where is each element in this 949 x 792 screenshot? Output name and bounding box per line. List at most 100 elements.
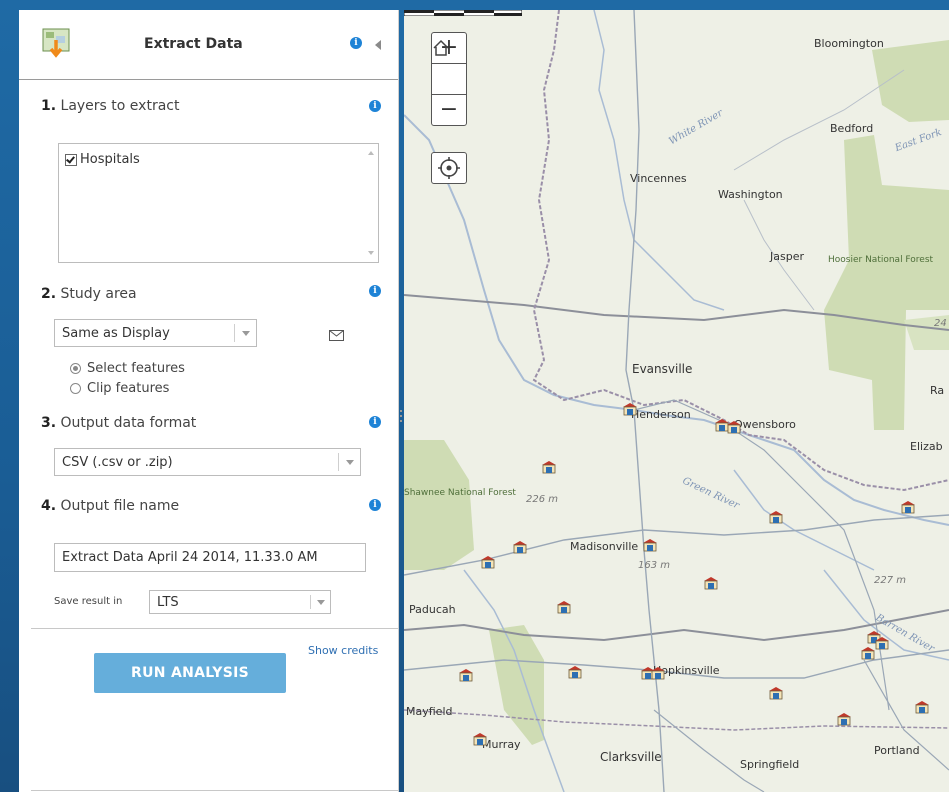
layer-checkbox-row[interactable]: Hospitals bbox=[65, 152, 140, 167]
hospital-icon[interactable] bbox=[567, 665, 583, 679]
step-label: Output data format bbox=[60, 415, 197, 431]
place-label: Owensboro bbox=[734, 418, 796, 431]
place-label: Washington bbox=[718, 188, 783, 201]
panel-resize-handle[interactable] bbox=[400, 410, 402, 428]
zoom-out-button[interactable]: − bbox=[432, 95, 466, 125]
hospital-icon[interactable] bbox=[874, 636, 890, 650]
radio-select-features[interactable]: Select features bbox=[70, 361, 185, 376]
home-button[interactable] bbox=[432, 39, 466, 95]
place-label: Clarksville bbox=[600, 750, 662, 764]
zoom-control: + − bbox=[431, 32, 467, 126]
step-number: 4. bbox=[41, 498, 57, 514]
step-output-file-name: 4. Output file name bbox=[41, 498, 179, 514]
output-file-name-input[interactable]: Extract Data April 24 2014, 11.33.0 AM bbox=[54, 543, 366, 572]
save-result-label: Save result in bbox=[54, 596, 123, 607]
elevation-label: 24 bbox=[934, 318, 947, 329]
forest-label: Hoosier National Forest bbox=[828, 255, 933, 265]
radio-unselected-icon[interactable] bbox=[70, 383, 81, 394]
info-icon[interactable]: i bbox=[369, 499, 381, 511]
checkbox-checked-icon[interactable] bbox=[65, 153, 77, 166]
file-name-value: Extract Data April 24 2014, 11.33.0 AM bbox=[62, 550, 318, 565]
locate-button[interactable] bbox=[431, 152, 467, 184]
hospital-icon[interactable] bbox=[768, 510, 784, 524]
panel-title: Extract Data bbox=[144, 36, 243, 52]
select-divider bbox=[310, 595, 311, 609]
extract-data-tool-icon bbox=[42, 28, 70, 58]
save-folder-select[interactable]: LTS bbox=[149, 590, 331, 614]
step-study-area: 2. Study area bbox=[41, 286, 137, 302]
collapse-panel-icon[interactable] bbox=[375, 40, 381, 50]
output-format-value: CSV (.csv or .zip) bbox=[62, 455, 173, 470]
scroll-up-icon[interactable] bbox=[368, 151, 374, 155]
show-credits-link[interactable]: Show credits bbox=[308, 644, 378, 657]
place-label: Bedford bbox=[830, 122, 874, 135]
hospital-icon[interactable] bbox=[622, 402, 638, 416]
run-analysis-button[interactable]: RUN ANALYSIS bbox=[94, 653, 286, 693]
save-folder-value: LTS bbox=[157, 595, 179, 610]
info-icon[interactable]: i bbox=[369, 416, 381, 428]
place-label: Elizab bbox=[910, 440, 943, 453]
place-label: Mayfield bbox=[406, 705, 453, 718]
hospital-icon[interactable] bbox=[914, 700, 930, 714]
info-icon[interactable]: i bbox=[369, 285, 381, 297]
hospital-icon[interactable] bbox=[768, 686, 784, 700]
draw-area-icon[interactable] bbox=[329, 330, 344, 341]
step-number: 1. bbox=[41, 98, 57, 114]
select-divider bbox=[234, 324, 235, 342]
step-number: 2. bbox=[41, 286, 57, 302]
hospital-icon[interactable] bbox=[860, 646, 876, 660]
hospital-icon[interactable] bbox=[836, 712, 852, 726]
scroll-down-icon[interactable] bbox=[368, 251, 374, 255]
extract-data-panel: Extract Data i 1. Layers to extract i Ho… bbox=[19, 10, 399, 792]
hospital-icon[interactable] bbox=[458, 668, 474, 682]
radio-label: Clip features bbox=[87, 381, 170, 396]
layer-label: Hospitals bbox=[80, 152, 140, 167]
elevation-label: 163 m bbox=[638, 560, 671, 571]
map-view[interactable]: Bloomington Bedford Vincennes Washington… bbox=[404, 10, 949, 792]
place-label: Madisonville bbox=[570, 540, 639, 553]
hospital-icon[interactable] bbox=[512, 540, 528, 554]
hospital-icon[interactable] bbox=[703, 576, 719, 590]
place-label: Paducah bbox=[409, 603, 456, 616]
place-label: Bloomington bbox=[814, 37, 884, 50]
info-icon[interactable]: i bbox=[369, 100, 381, 112]
step-label: Study area bbox=[60, 286, 137, 302]
panel-header: Extract Data i bbox=[19, 10, 398, 80]
radio-clip-features[interactable]: Clip features bbox=[70, 381, 169, 396]
chevron-down-icon bbox=[346, 460, 354, 465]
hospital-icon[interactable] bbox=[556, 600, 572, 614]
step-label: Output file name bbox=[60, 498, 180, 514]
elevation-label: 227 m bbox=[874, 575, 907, 586]
place-label: Ra bbox=[930, 384, 945, 397]
step-layers-to-extract: 1. Layers to extract bbox=[41, 98, 179, 114]
radio-label: Select features bbox=[87, 361, 185, 376]
elevation-label: 226 m bbox=[526, 494, 559, 505]
hospital-icon[interactable] bbox=[650, 666, 666, 680]
step-output-format: 3. Output data format bbox=[41, 415, 196, 431]
place-label: Jasper bbox=[770, 250, 804, 263]
locate-icon bbox=[438, 157, 460, 179]
place-label: Portland bbox=[874, 744, 920, 757]
forest-label: Shawnee National Forest bbox=[404, 488, 516, 498]
hospital-icon[interactable] bbox=[900, 500, 916, 514]
chevron-down-icon bbox=[317, 600, 325, 605]
layers-list[interactable]: Hospitals bbox=[58, 143, 379, 263]
place-label: Vincennes bbox=[630, 172, 687, 185]
hospital-icon[interactable] bbox=[472, 732, 488, 746]
hospital-icon[interactable] bbox=[541, 460, 557, 474]
study-area-select[interactable]: Same as Display bbox=[54, 319, 257, 347]
home-icon bbox=[433, 39, 449, 56]
hospital-icon[interactable] bbox=[642, 538, 658, 552]
hospital-icon[interactable] bbox=[726, 420, 742, 434]
divider bbox=[31, 790, 398, 791]
scale-bar bbox=[404, 10, 522, 16]
study-area-value: Same as Display bbox=[62, 326, 170, 341]
info-icon[interactable]: i bbox=[350, 37, 362, 49]
divider bbox=[31, 628, 398, 629]
output-format-select[interactable]: CSV (.csv or .zip) bbox=[54, 448, 361, 476]
step-number: 3. bbox=[41, 415, 57, 431]
chevron-down-icon bbox=[242, 331, 250, 336]
hospital-icon[interactable] bbox=[480, 555, 496, 569]
radio-selected-icon[interactable] bbox=[70, 363, 81, 374]
place-label: Henderson bbox=[631, 408, 691, 421]
